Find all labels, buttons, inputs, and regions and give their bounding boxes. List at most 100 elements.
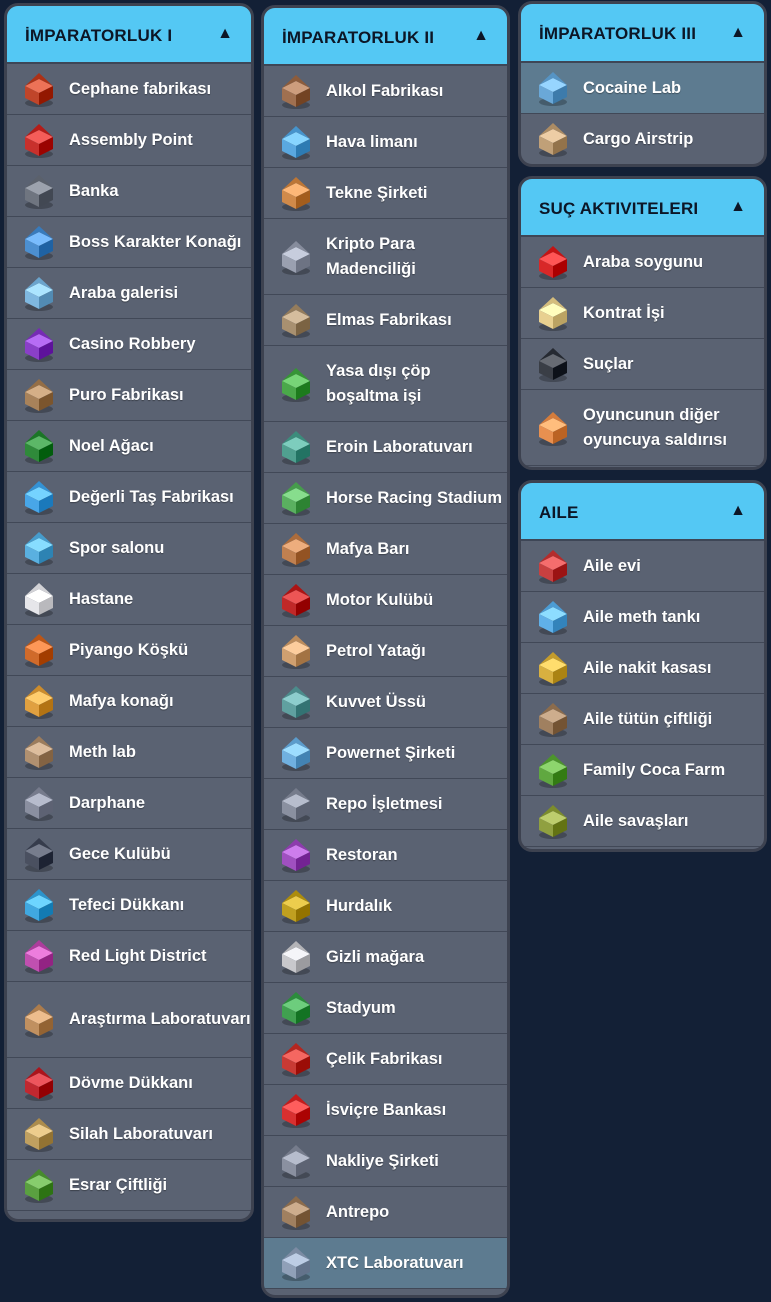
menu-item-family-wars[interactable]: Aile savaşları [521, 796, 764, 847]
panel-title: SUÇ AKTIVITELERI [539, 198, 699, 218]
panel-header-imparatorluk-2[interactable]: İMPARATORLUK II ▲ [264, 8, 507, 66]
menu-item-gem-factory[interactable]: Değerli Taş Fabrikası [7, 472, 251, 523]
menu-item-label: Araba soygunu [583, 252, 704, 271]
coca-farm-icon [533, 750, 573, 790]
boat-company-icon [276, 173, 316, 213]
menu-item-crypto-mining[interactable]: Kripto Para Madenciliği [264, 219, 507, 295]
heroin-lab-icon [276, 427, 316, 467]
menu-item-meth-tank[interactable]: Aile meth tankı [521, 592, 764, 643]
red-light-district-icon [19, 936, 59, 976]
menu-item-contract[interactable]: Kontrat İşi [521, 288, 764, 339]
menu-item-coca-farm[interactable]: Family Coca Farm [521, 745, 764, 796]
menu-item-shipping-company[interactable]: Nakliye Şirketi [264, 1136, 507, 1187]
menu-item-label: Nakliye Şirketi [326, 1151, 439, 1170]
menu-item-christmas-tree[interactable]: Noel Ağacı [7, 421, 251, 472]
menu-item-family-house[interactable]: Aile evi [521, 541, 764, 592]
menu-item-motor-club[interactable]: Motor Kulübü [264, 575, 507, 626]
menu-item-stadium[interactable]: Stadyum [264, 983, 507, 1034]
panel-header-imparatorluk-1[interactable]: İMPARATORLUK I ▲ [7, 6, 251, 64]
menu-item-label: Mafya konağı [69, 691, 174, 710]
menu-item-mint[interactable]: Darphane [7, 778, 251, 829]
menu-item-cocaine-lab[interactable]: Cocaine Lab [521, 63, 764, 114]
menu-item-attack-fist[interactable]: Oyuncunun diğer oyuncuya saldırısı [521, 390, 764, 466]
menu-item-label: Hava limanı [326, 132, 418, 151]
menu-item-steel-factory[interactable]: Çelik Fabrikası [264, 1034, 507, 1085]
menu-item-illegal-dumping[interactable]: Yasa dışı çöp boşaltma işi [264, 346, 507, 422]
menu-item-label: Gece Kulübü [69, 844, 171, 863]
menu-item-ammo-factory[interactable]: Cephane fabrikası [7, 64, 251, 115]
menu-item-label: Casino Robbery [69, 334, 196, 353]
menu-item-label: Powernet Şirketi [326, 743, 456, 762]
tobacco-farm-icon [533, 699, 573, 739]
menu-item-mafia-bar[interactable]: Mafya Barı [264, 524, 507, 575]
menu-item-label: Hastane [69, 589, 134, 608]
menu-item-xtc-lab[interactable]: XTC Laboratuvarı [264, 1238, 507, 1289]
menu-item-label: Yasa dışı çöp boşaltma işi [326, 361, 431, 405]
menu-item-meth-lab[interactable]: Meth lab [7, 727, 251, 778]
menu-item-label: Petrol Yatağı [326, 641, 426, 660]
menu-item-label: Kuvvet Üssü [326, 692, 426, 711]
christmas-tree-icon [19, 426, 59, 466]
menu-item-heroin-lab[interactable]: Eroin Laboratuvarı [264, 422, 507, 473]
menu-item-bank[interactable]: Banka [7, 166, 251, 217]
cigar-factory-icon [19, 375, 59, 415]
menu-item-airport[interactable]: Hava limanı [264, 117, 507, 168]
menu-item-powernet[interactable]: Powernet Şirketi [264, 728, 507, 779]
menu-item-restaurant[interactable]: Restoran [264, 830, 507, 881]
menu-item-night-club[interactable]: Gece Kulübü [7, 829, 251, 880]
menu-item-cigar-factory[interactable]: Puro Fabrikası [7, 370, 251, 421]
menu-item-weed-farm[interactable]: Esrar Çiftliği [7, 1160, 251, 1211]
menu-item-swiss-bank[interactable]: İsviçre Bankası [264, 1085, 507, 1136]
panel-header-suc-aktiviteleri[interactable]: SUÇ AKTIVITELERI ▲ [521, 179, 764, 237]
panel-header-aile[interactable]: AILE ▲ [521, 483, 764, 541]
collapse-caret-icon[interactable]: ▲ [217, 25, 233, 43]
menu-item-label: Oyuncunun diğer oyuncuya saldırısı [583, 405, 727, 449]
menu-item-hospital[interactable]: Hastane [7, 574, 251, 625]
menu-item-label: Cargo Airstrip [583, 129, 694, 148]
menu-item-gym[interactable]: Spor salonu [7, 523, 251, 574]
collapse-caret-icon[interactable]: ▲ [730, 24, 746, 42]
menu-item-lottery-kiosk[interactable]: Piyango Köşkü [7, 625, 251, 676]
menu-item-cash-vault[interactable]: Aile nakit kasası [521, 643, 764, 694]
menu-item-label: Cocaine Lab [583, 78, 682, 97]
menu-item-label: Darphane [69, 793, 146, 812]
menu-item-tattoo-shop[interactable]: Dövme Dükkanı [7, 1058, 251, 1109]
menu-item-research-lab[interactable]: Araştırma Laboratuvarı [7, 982, 251, 1058]
menu-item-pawn-shop[interactable]: Tefeci Dükkanı [7, 880, 251, 931]
menu-item-diamond-factory[interactable]: Elmas Fabrikası [264, 295, 507, 346]
menu-item-boss-mansion[interactable]: Boss Karakter Konağı [7, 217, 251, 268]
collapse-caret-icon[interactable]: ▲ [730, 502, 746, 520]
menu-item-label: Horse Racing Stadium [326, 488, 503, 507]
menu-item-oil-field[interactable]: Petrol Yatağı [264, 626, 507, 677]
weed-farm-icon [19, 1165, 59, 1205]
menu-item-horse-racing[interactable]: Horse Racing Stadium [264, 473, 507, 524]
menu-item-force-base[interactable]: Kuvvet Üssü [264, 677, 507, 728]
collapse-caret-icon[interactable]: ▲ [473, 27, 489, 45]
collapse-caret-icon[interactable]: ▲ [730, 198, 746, 216]
menu-item-casino[interactable]: Casino Robbery [7, 319, 251, 370]
menu-item-gun[interactable]: Suçlar [521, 339, 764, 390]
menu-item-weapon-lab[interactable]: Silah Laboratuvarı [7, 1109, 251, 1160]
panel-items: Alkol Fabrikası Hava limanı Tekne Şirketi K… [264, 66, 507, 1289]
menu-item-scrapyard[interactable]: Hurdalık [264, 881, 507, 932]
menu-item-warehouse[interactable]: Antrepo [264, 1187, 507, 1238]
airport-icon [276, 122, 316, 162]
menu-item-boat-company[interactable]: Tekne Şirketi [264, 168, 507, 219]
panel-title: AILE [539, 502, 579, 522]
menu-item-mafia-mansion[interactable]: Mafya konağı [7, 676, 251, 727]
menu-item-repo-business[interactable]: Repo İşletmesi [264, 779, 507, 830]
menu-item-assembly-point[interactable]: Assembly Point [7, 115, 251, 166]
panel-header-imparatorluk-3[interactable]: İMPARATORLUK III ▲ [521, 4, 764, 63]
panel-items: Araba soygunu Kontrat İşi Suçlar Oyuncunun … [521, 237, 764, 466]
menu-item-tobacco-farm[interactable]: Aile tütün çiftliği [521, 694, 764, 745]
menu-item-secret-cave[interactable]: Gizli mağara [264, 932, 507, 983]
menu-item-label: İsviçre Bankası [326, 1100, 447, 1119]
menu-item-car-gallery[interactable]: Araba galerisi [7, 268, 251, 319]
menu-item-cargo-airstrip[interactable]: Cargo Airstrip [521, 114, 764, 164]
menu-item-red-light-district[interactable]: Red Light District [7, 931, 251, 982]
menu-item-label: Dövme Dükkanı [69, 1073, 193, 1092]
gun-icon [533, 344, 573, 384]
panel-suc-aktiviteleri: SUÇ AKTIVITELERI ▲ Araba soygunu Kontrat … [518, 176, 767, 470]
menu-item-alcohol-factory[interactable]: Alkol Fabrikası [264, 66, 507, 117]
menu-item-car-theft[interactable]: Araba soygunu [521, 237, 764, 288]
